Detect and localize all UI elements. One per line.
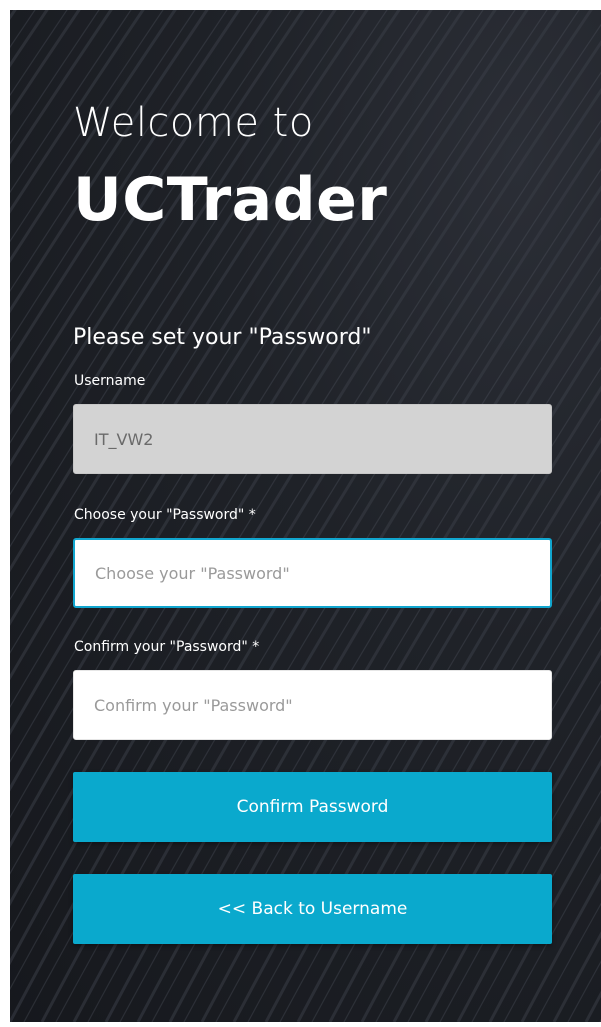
password-label: Choose your "Password" * [74,507,256,523]
login-panel: Welcome to UCTrader Please set your "Pas… [10,10,601,1022]
form-subtitle: Please set your "Password" [73,325,372,350]
confirm-password-label: Confirm your "Password" * [74,639,260,655]
back-to-username-button[interactable]: << Back to Username [73,874,552,944]
password-field[interactable] [73,538,552,608]
username-value: IT_VW2 [94,429,154,449]
username-label: Username [74,373,146,389]
confirm-password-input[interactable] [94,695,551,715]
brand-title: UCTrader [73,165,388,235]
username-field: IT_VW2 [73,404,552,474]
password-input[interactable] [95,563,550,583]
confirm-password-button[interactable]: Confirm Password [73,772,552,842]
welcome-heading: Welcome to [73,100,314,146]
confirm-password-field[interactable] [73,670,552,740]
